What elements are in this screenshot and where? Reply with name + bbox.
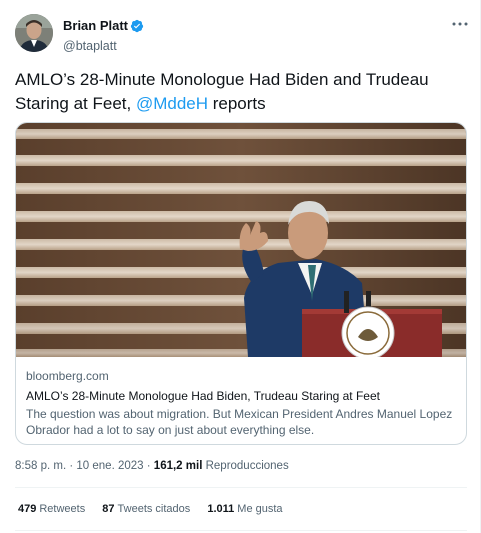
card-domain: bloomberg.com — [26, 369, 109, 383]
tweet-article: Brian Platt @btaplatt AMLO’s 28-Minute M… — [0, 0, 481, 533]
retweets-stat[interactable]: 479 Retweets — [18, 503, 85, 515]
card-title: AMLO’s 28-Minute Monologue Had Biden, Tr… — [26, 389, 380, 403]
separator: · — [69, 460, 74, 472]
quote-tweets-label: Tweets citados — [117, 503, 191, 515]
author-avatar[interactable] — [15, 14, 53, 52]
quote-tweets-count: 87 — [102, 503, 115, 515]
divider — [15, 487, 467, 488]
retweets-label: Retweets — [39, 503, 86, 515]
link-card[interactable]: bloomberg.com AMLO’s 28-Minute Monologue… — [15, 122, 467, 445]
views-count: 161,2 mil — [153, 460, 203, 472]
more-horizontal-icon[interactable] — [450, 16, 470, 32]
tweet-text: AMLO’s 28-Minute Monologue Had Biden and… — [15, 68, 470, 116]
views-label: Reproducciones — [205, 460, 289, 472]
verified-badge-icon — [130, 19, 144, 32]
tweet-text-part: reports — [208, 94, 266, 113]
quote-tweets-stat[interactable]: 87 Tweets citados — [102, 503, 190, 515]
tweet-header: Brian Platt @btaplatt — [15, 14, 470, 56]
card-meta: bloomberg.com AMLO’s 28-Minute Monologue… — [26, 368, 456, 438]
author-name-block[interactable]: Brian Platt @btaplatt — [63, 17, 144, 53]
card-description: The question was about migration. But Me… — [26, 407, 453, 437]
retweets-count: 479 — [18, 503, 37, 515]
engagement-stats: 479 Retweets 87 Tweets citados 1.011 Me gus… — [18, 503, 297, 515]
likes-label: Me gusta — [237, 503, 283, 515]
likes-stat[interactable]: 1.011 Me gusta — [207, 503, 282, 515]
tweet-time[interactable]: 8:58 p. m. — [15, 460, 66, 472]
author-handle[interactable]: @btaplatt — [63, 39, 144, 53]
card-image[interactable] — [16, 123, 467, 357]
tweet-date[interactable]: 10 ene. 2023 — [76, 460, 143, 472]
avatar-photo-icon — [15, 14, 53, 52]
mention-link[interactable]: @MddeH — [136, 94, 208, 113]
author-display-name[interactable]: Brian Platt — [63, 18, 128, 33]
divider — [15, 530, 467, 531]
likes-count: 1.011 — [207, 503, 235, 515]
tweet-metadata: 8:58 p. m. · 10 ene. 2023 · 161,2 mil Re… — [15, 460, 289, 472]
separator: · — [146, 460, 151, 472]
